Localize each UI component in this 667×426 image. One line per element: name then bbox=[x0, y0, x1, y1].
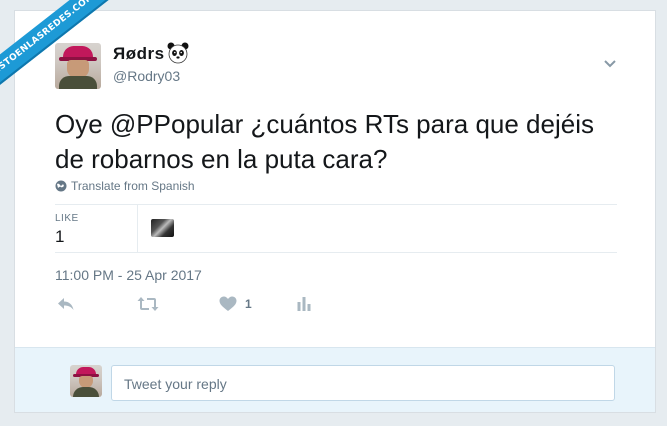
reply-composer: Tweet your reply bbox=[15, 347, 655, 412]
analytics-button[interactable] bbox=[297, 296, 311, 312]
author-display-name[interactable]: Яødrs bbox=[113, 44, 165, 64]
heart-icon bbox=[219, 296, 237, 311]
like-stats-count: 1 bbox=[55, 227, 65, 246]
retweet-button[interactable] bbox=[137, 296, 159, 312]
tweet-text: Oye @PPopular ¿cuántos RTs para que dejé… bbox=[55, 109, 594, 174]
reply-input[interactable]: Tweet your reply bbox=[111, 365, 615, 401]
retweet-icon bbox=[137, 297, 159, 311]
reply-button[interactable] bbox=[57, 296, 75, 312]
like-stats[interactable]: LIKE 1 bbox=[55, 213, 79, 247]
bar-chart-icon bbox=[297, 297, 311, 311]
current-user-avatar bbox=[70, 365, 102, 397]
stats-separator bbox=[137, 205, 138, 252]
author-avatar[interactable] bbox=[55, 43, 101, 89]
divider bbox=[55, 252, 617, 253]
divider bbox=[55, 204, 617, 205]
chevron-down-icon[interactable] bbox=[603, 59, 617, 69]
like-action-count: 1 bbox=[245, 297, 252, 311]
tweet-timestamp[interactable]: 11:00 PM - 25 Apr 2017 bbox=[55, 267, 202, 283]
translate-link[interactable]: Translate from Spanish bbox=[55, 179, 195, 193]
reply-icon bbox=[58, 298, 74, 310]
liker-avatar[interactable] bbox=[151, 219, 174, 237]
translate-label[interactable]: Translate from Spanish bbox=[71, 179, 195, 193]
panda-emoji-icon bbox=[167, 42, 189, 64]
like-button[interactable]: 1 bbox=[219, 296, 252, 312]
like-stats-label: LIKE bbox=[55, 213, 79, 224]
tweet-card: Яødrs @Rodry03 Oye @PPopular ¿cuántos RT… bbox=[14, 10, 656, 413]
globe-icon bbox=[55, 180, 67, 192]
author-handle[interactable]: @Rodry03 bbox=[113, 68, 180, 84]
